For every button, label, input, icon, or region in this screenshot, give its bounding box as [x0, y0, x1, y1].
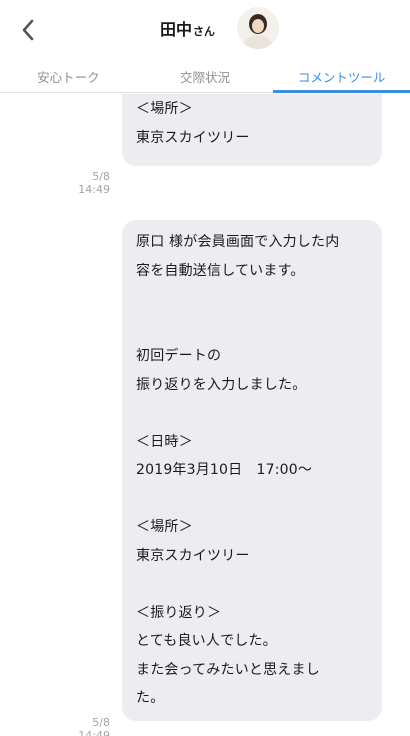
page-title: 田中 さん: [160, 16, 215, 44]
message-line: [136, 285, 368, 314]
timestamp-time: 14:49: [78, 729, 110, 736]
message-line: 振り返りを入力しました。: [136, 376, 307, 393]
message-line: [136, 314, 368, 343]
chevron-left-icon: [22, 19, 34, 41]
timestamp-time: 14:49: [78, 183, 110, 196]
back-button[interactable]: [10, 12, 46, 48]
timestamp-date: 5/8: [92, 170, 110, 183]
message-line: [136, 485, 368, 514]
tab-safe-talk[interactable]: 安心トーク: [0, 58, 137, 92]
message-line: ＜日時＞: [136, 433, 193, 450]
message-line: ＜場所＞: [136, 519, 193, 535]
message-line: [136, 399, 368, 428]
message-line: ＜場所＞: [136, 101, 193, 117]
tab-relationship-status[interactable]: 交際状況: [137, 58, 274, 92]
user-avatar-photo: [237, 7, 279, 49]
timestamp-date: 5/8: [92, 716, 110, 729]
message-line: た。: [136, 690, 165, 706]
message-line: とても良い人でした。: [136, 633, 277, 649]
message-line: 東京スカイツリー: [136, 129, 250, 146]
message-line: 容を自動送信しています。: [136, 262, 305, 279]
message-line: [136, 570, 368, 599]
message-line: 東京スカイツリー: [136, 547, 250, 564]
message-line: 原口 様が会員画面で入力した内: [136, 234, 340, 250]
chat-header: 田中 さん: [0, 0, 410, 58]
message-bubble[interactable]: 原口 様が会員画面で入力した内 容を自動送信しています。 初回デートの振り返りを入…: [122, 220, 382, 721]
partner-name: 田中: [160, 20, 193, 39]
message-timestamp: 5/8 14:49: [78, 716, 110, 736]
tab-bar: 安心トーク 交際状況 コメントツール: [0, 58, 410, 93]
message-list[interactable]: ＜場所＞ 東京スカイツリー 5/8 14:49 原口 様が会員画面で入力した内 容を自動送…: [0, 94, 410, 736]
message-line: 2019年3月10日 17:00～: [136, 462, 313, 478]
message-bubble[interactable]: ＜場所＞ 東京スカイツリー: [122, 94, 382, 166]
honorific: さん: [193, 25, 216, 38]
message-line: 初回デートの: [136, 348, 222, 364]
message-timestamp: 5/8 14:49: [78, 170, 110, 196]
tab-comment-tool[interactable]: コメントツール: [273, 58, 410, 93]
message-line: ＜振り返り＞: [136, 604, 222, 621]
avatar[interactable]: [237, 7, 279, 49]
message-line: また会ってみたいと思えまし: [136, 661, 320, 678]
